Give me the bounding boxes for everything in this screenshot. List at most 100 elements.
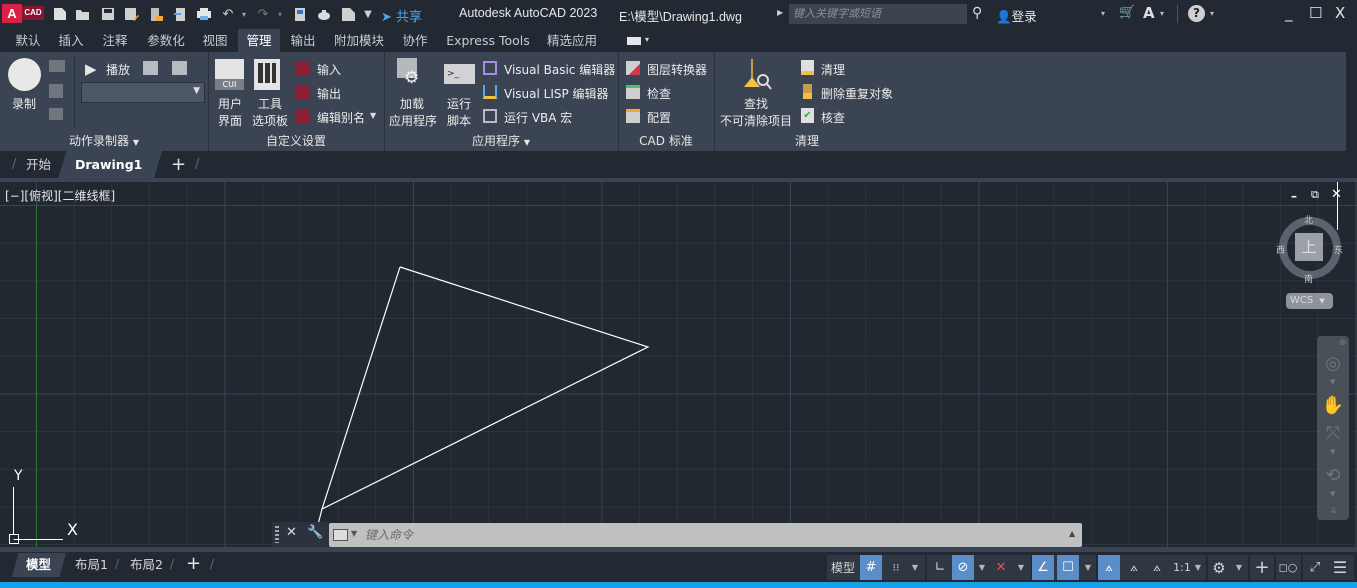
configure-standards-icon[interactable]	[626, 109, 640, 123]
viewcube-top-face[interactable]: 上	[1295, 233, 1323, 261]
annotation-scale-icon[interactable]: ⟑	[1146, 555, 1168, 580]
record-button[interactable]: 录制	[12, 95, 36, 112]
lisp-editor-button[interactable]: Visual LISP 编辑器	[504, 85, 609, 102]
user-interface-button[interactable]: 用户	[218, 95, 242, 112]
chevron-down-icon[interactable]: ▼	[909, 555, 921, 580]
new-tab-button[interactable]: +	[171, 154, 186, 175]
share-button[interactable]: ➤ 共享	[381, 6, 422, 25]
compass-east[interactable]: 东	[1334, 243, 1343, 256]
record-icon[interactable]	[8, 58, 41, 91]
open-icon[interactable]	[75, 6, 91, 22]
load-application-button[interactable]: 加载	[400, 95, 424, 112]
user-interface-button-line2[interactable]: 界面	[218, 112, 242, 129]
vba-editor-button[interactable]: Visual Basic 编辑器	[504, 61, 615, 78]
select-base-point-icon[interactable]	[49, 108, 63, 120]
tab-output[interactable]: 输出	[284, 29, 322, 52]
expand-search-icon[interactable]: ▶	[777, 8, 783, 17]
customize-quick-access-icon[interactable]: ▼	[360, 6, 376, 22]
compass-west[interactable]: 西	[1276, 243, 1285, 256]
check-button[interactable]: 检查	[647, 85, 671, 102]
plus-icon[interactable]: +	[1251, 555, 1273, 580]
undo-dropdown-icon[interactable]: ▾	[236, 6, 252, 22]
purge-button[interactable]: 清理	[821, 61, 845, 78]
tab-model[interactable]: 模型	[12, 553, 66, 577]
search-icon[interactable]: ⚲	[972, 5, 982, 21]
chevron-down-icon[interactable]: ▼	[351, 529, 357, 538]
tab-addins[interactable]: 附加模块	[330, 29, 388, 52]
overkill-icon[interactable]	[803, 84, 812, 99]
drawing-viewport[interactable]: [−][俯视][二维线框] Y X – ⧉ ✕	[0, 182, 1357, 548]
customize-wrench-icon[interactable]: 🔧	[307, 525, 323, 540]
autodesk-app-icon[interactable]: A	[1143, 4, 1155, 22]
tab-drawing1[interactable]: Drawing1 ✕	[58, 151, 162, 179]
applications-panel-title[interactable]: 应用程序 ▼	[384, 132, 618, 149]
find-non-purgeable-button-line2[interactable]: 不可清除项目	[720, 112, 792, 129]
minimize-button[interactable]: _	[1285, 4, 1293, 22]
new-icon[interactable]	[52, 6, 68, 22]
auto-scale-icon[interactable]: ⟑	[1123, 555, 1145, 580]
chevron-down-icon[interactable]: ▼	[1082, 555, 1094, 580]
login-dropdown-icon[interactable]: ▾	[1101, 9, 1105, 18]
preferences-icon[interactable]	[143, 61, 158, 75]
close-command-line-icon[interactable]: ✕	[286, 525, 297, 540]
ribbon-minimize-dropdown-icon[interactable]: ▾	[645, 35, 649, 44]
run-vba-button[interactable]: 运行 VBA 宏	[504, 109, 572, 126]
undo-icon[interactable]: ↶	[220, 6, 236, 22]
new-layout-button[interactable]: +	[186, 553, 201, 574]
tool-palettes-icon[interactable]	[254, 59, 280, 90]
annotation-scale-value[interactable]: 1:1	[1170, 555, 1194, 580]
chevron-down-icon[interactable]: ▼	[1330, 490, 1335, 498]
compass-north[interactable]: 北	[1304, 213, 1313, 226]
object-snap-tracking-icon[interactable]: ∠	[1032, 555, 1054, 580]
viewport-minimize-button[interactable]: –	[1291, 189, 1297, 203]
tool-palettes-button-line2[interactable]: 选项板	[252, 112, 288, 129]
properties-icon[interactable]	[292, 6, 308, 22]
run-script-button-line2[interactable]: 脚本	[447, 112, 471, 129]
isodraft-icon[interactable]: ✕	[990, 555, 1012, 580]
tool-palettes-button[interactable]: 工具	[258, 95, 282, 112]
customization-menu-icon[interactable]: ☰	[1329, 555, 1351, 580]
help-dropdown-icon[interactable]: ▾	[1210, 9, 1214, 18]
tab-view[interactable]: 视图	[196, 29, 234, 52]
grid-toggle-icon[interactable]: #	[860, 555, 882, 580]
edit-aliases-icon[interactable]	[296, 109, 310, 123]
run-script-button[interactable]: 运行	[447, 95, 471, 112]
export-button[interactable]: 输出	[317, 85, 341, 102]
sheet-icon[interactable]	[340, 6, 356, 22]
maximize-button[interactable]: ☐	[1309, 4, 1322, 22]
insert-message-icon[interactable]	[49, 60, 65, 72]
orbit-icon[interactable]: ⟲	[1321, 464, 1345, 488]
model-space-button[interactable]: 模型	[827, 555, 859, 580]
macro-dropdown[interactable]: ▼	[81, 82, 205, 103]
save-as-icon[interactable]	[123, 6, 139, 22]
tab-parametric[interactable]: 参数化	[141, 29, 191, 52]
fullscreen-icon[interactable]: ⤢	[1304, 555, 1326, 580]
tab-default[interactable]: 默认	[8, 29, 48, 52]
app-dropdown-icon[interactable]: ▾	[1160, 9, 1164, 18]
action-recorder-panel-title[interactable]: 动作录制器 ▼	[0, 132, 208, 149]
close-button[interactable]: X	[1335, 4, 1345, 22]
audit-button[interactable]: 核查	[821, 109, 845, 126]
viewport-restore-button[interactable]: ⧉	[1311, 188, 1319, 202]
teapot-icon[interactable]	[316, 6, 332, 22]
check-standards-icon[interactable]	[626, 85, 640, 99]
plot-icon[interactable]	[196, 6, 212, 22]
manage-macros-icon[interactable]	[172, 61, 187, 75]
ortho-toggle-icon[interactable]: ∟	[929, 555, 951, 580]
user-interface-icon[interactable]: CUI	[215, 59, 244, 90]
wcs-dropdown[interactable]: WCS ▼	[1286, 293, 1333, 309]
tab-manage[interactable]: 管理	[238, 29, 280, 52]
pan-icon[interactable]: ✋	[1321, 394, 1345, 418]
tab-collaborate[interactable]: 协作	[396, 29, 434, 52]
save-to-mobile-icon[interactable]	[172, 6, 188, 22]
audit-icon[interactable]: ✔	[801, 108, 814, 123]
layer-translator-button[interactable]: 图层转换器	[647, 61, 707, 78]
chevron-down-icon[interactable]: ▼	[1233, 555, 1245, 580]
find-non-purgeable-button[interactable]: 查找	[744, 95, 768, 112]
chevron-down-icon[interactable]: ▼	[370, 111, 376, 120]
snap-toggle-icon[interactable]: ⁝⁝	[885, 555, 907, 580]
tab-layout2[interactable]: 布局2	[130, 553, 170, 577]
command-input[interactable]: 键入命令	[329, 523, 1082, 547]
cart-icon[interactable]: 🛒	[1119, 5, 1135, 20]
configure-button[interactable]: 配置	[647, 109, 671, 126]
